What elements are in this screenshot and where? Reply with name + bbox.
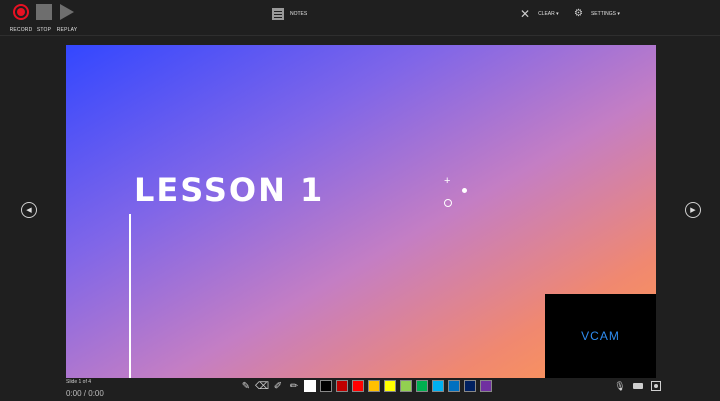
highlighter-tool-button[interactable]: ✏	[288, 380, 300, 392]
stop-icon	[36, 4, 52, 20]
pen-icon: ✎	[241, 380, 251, 392]
replay-label: REPLAY	[56, 27, 78, 33]
color-swatch-dark-red[interactable]	[336, 380, 348, 392]
camera-icon	[633, 383, 643, 389]
chevron-left-icon: ◀	[26, 207, 32, 214]
color-swatch-light-green[interactable]	[400, 380, 412, 392]
camera-button[interactable]	[632, 380, 644, 392]
pen-crossed-icon: ✐	[273, 380, 283, 392]
close-icon: ✕	[520, 7, 531, 21]
color-swatch-white[interactable]	[304, 380, 316, 392]
slide-counter: Slide 1 of 4	[66, 379, 92, 385]
color-swatch-yellow[interactable]	[384, 380, 396, 392]
color-swatch-dark-blue[interactable]	[464, 380, 476, 392]
camera-preview: VCAM	[545, 294, 656, 378]
record-icon	[13, 4, 29, 20]
eraser-tool-button[interactable]: ⌫	[254, 380, 270, 392]
pen-crossed-tool-button[interactable]: ✐	[272, 380, 284, 392]
color-swatch-green[interactable]	[416, 380, 428, 392]
plus-decoration-icon: +	[444, 175, 451, 187]
color-swatch-orange[interactable]	[368, 380, 380, 392]
color-swatch-blue[interactable]	[448, 380, 460, 392]
notes-label: NOTES	[290, 11, 308, 17]
color-swatch-purple[interactable]	[480, 380, 492, 392]
previous-slide-button[interactable]: ◀	[21, 202, 37, 218]
vcam-label: VCAM	[581, 329, 620, 343]
ring-decoration-icon	[444, 199, 452, 207]
eraser-icon: ⌫	[254, 380, 270, 392]
pen-tool-button[interactable]: ✎	[240, 380, 252, 392]
ink-toolbar: ✎ ⌫ ✐ ✏	[240, 380, 492, 392]
replay-icon	[60, 4, 74, 20]
next-slide-button[interactable]: ▶	[685, 202, 701, 218]
settings-label: SETTINGS ▾	[590, 11, 620, 17]
slide-canvas[interactable]: LESSON 1 + VCAM	[66, 45, 656, 378]
dot-decoration-icon	[462, 188, 467, 193]
recording-timer: 0:00 / 0:00	[66, 389, 104, 398]
microphone-button[interactable]: 🎙	[614, 380, 626, 392]
color-swatch-black[interactable]	[320, 380, 332, 392]
settings-button[interactable]: ⚙ SETTINGS ▾	[574, 9, 620, 19]
clear-label: CLEAR ▾	[538, 11, 559, 17]
camera-preview-icon	[651, 381, 661, 391]
notes-icon	[272, 8, 284, 20]
status-area: Slide 1 of 4 0:00 / 0:00	[66, 379, 104, 398]
color-swatch-red[interactable]	[352, 380, 364, 392]
recording-toolbar: RECORD STOP REPLAY NOTES ✕ CLEAR ▾ ⚙ SET…	[0, 0, 720, 36]
highlighter-icon: ✏	[289, 380, 299, 392]
color-swatch-light-blue[interactable]	[432, 380, 444, 392]
clear-button[interactable]: ✕ CLEAR ▾	[520, 7, 559, 21]
gear-icon: ⚙	[574, 8, 583, 19]
media-controls: 🎙	[614, 380, 662, 392]
notes-button[interactable]: NOTES	[272, 8, 307, 20]
microphone-icon: 🎙	[614, 380, 626, 391]
camera-preview-button[interactable]	[650, 380, 662, 392]
chevron-right-icon: ▶	[690, 207, 696, 214]
replay-button[interactable]: REPLAY	[53, 4, 81, 33]
vertical-accent-line	[129, 214, 131, 378]
slide-title: LESSON 1	[134, 171, 325, 209]
